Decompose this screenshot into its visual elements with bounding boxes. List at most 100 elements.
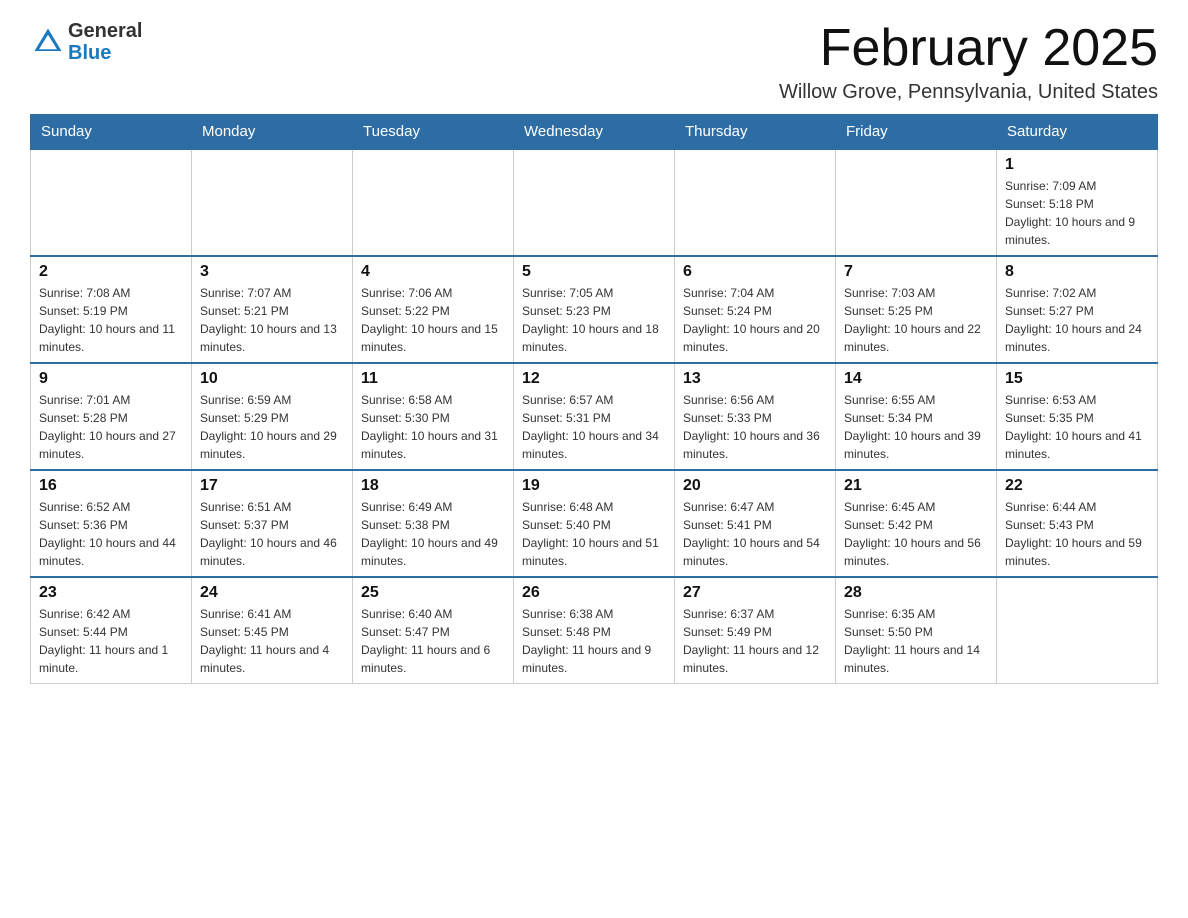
calendar-cell <box>31 149 192 256</box>
day-header-monday: Monday <box>192 115 353 150</box>
day-number: 19 <box>522 477 666 495</box>
day-info: Sunrise: 6:57 AM Sunset: 5:31 PM Dayligh… <box>522 391 666 463</box>
calendar-week-3: 9Sunrise: 7:01 AM Sunset: 5:28 PM Daylig… <box>31 363 1158 470</box>
calendar-cell: 10 Sunrise: 6:59 AM Sunset: 5:29 PM Dayli… <box>192 363 353 470</box>
calendar-cell: 24Sunrise: 6:41 AM Sunset: 5:45 PM Dayli… <box>192 577 353 684</box>
day-number: 4 <box>361 263 505 281</box>
day-number: 3 <box>200 263 344 281</box>
day-number: 15 <box>1005 370 1149 388</box>
calendar-cell: 27 Sunrise: 6:37 AM Sunset: 5:49 PM Dayli… <box>675 577 836 684</box>
day-number: 27 <box>683 584 827 602</box>
calendar-cell: 13 Sunrise: 6:56 AM Sunset: 5:33 PM Dayli… <box>675 363 836 470</box>
day-number: 1 <box>1005 156 1149 174</box>
logo: General Blue <box>30 20 142 64</box>
calendar-cell: 20 Sunrise: 6:47 AM Sunset: 5:41 PM Dayli… <box>675 470 836 577</box>
calendar-cell: 1Sunrise: 7:09 AM Sunset: 5:18 PM Daylig… <box>997 149 1158 256</box>
calendar-cell: 18 Sunrise: 6:49 AM Sunset: 5:38 PM Dayli… <box>353 470 514 577</box>
day-info: Sunrise: 6:51 AM Sunset: 5:37 PM Dayligh… <box>200 498 344 570</box>
day-number: 11 <box>361 370 505 388</box>
calendar-cell: 21 Sunrise: 6:45 AM Sunset: 5:42 PM Dayli… <box>836 470 997 577</box>
day-number: 10 <box>200 370 344 388</box>
calendar-cell: 15 Sunrise: 6:53 AM Sunset: 5:35 PM Dayli… <box>997 363 1158 470</box>
logo-blue: Blue <box>68 42 142 64</box>
calendar-cell: 11 Sunrise: 6:58 AM Sunset: 5:30 PM Dayli… <box>353 363 514 470</box>
logo-general: General <box>68 20 142 42</box>
day-info: Sunrise: 6:52 AM Sunset: 5:36 PM Dayligh… <box>39 498 183 570</box>
calendar-cell: 4 Sunrise: 7:06 AM Sunset: 5:22 PM Daylig… <box>353 256 514 363</box>
day-header-thursday: Thursday <box>675 115 836 150</box>
calendar-cell: 7Sunrise: 7:03 AM Sunset: 5:25 PM Daylig… <box>836 256 997 363</box>
day-number: 18 <box>361 477 505 495</box>
title-section: February 2025 Willow Grove, Pennsylvania… <box>779 20 1158 104</box>
day-number: 28 <box>844 584 988 602</box>
day-number: 14 <box>844 370 988 388</box>
day-number: 21 <box>844 477 988 495</box>
day-number: 8 <box>1005 263 1149 281</box>
calendar-cell: 28 Sunrise: 6:35 AM Sunset: 5:50 PM Dayli… <box>836 577 997 684</box>
calendar-cell: 25 Sunrise: 6:40 AM Sunset: 5:47 PM Dayli… <box>353 577 514 684</box>
day-info: Sunrise: 6:37 AM Sunset: 5:49 PM Dayligh… <box>683 605 827 677</box>
calendar-cell: 2Sunrise: 7:08 AM Sunset: 5:19 PM Daylig… <box>31 256 192 363</box>
day-number: 22 <box>1005 477 1149 495</box>
day-info: Sunrise: 6:55 AM Sunset: 5:34 PM Dayligh… <box>844 391 988 463</box>
day-number: 16 <box>39 477 183 495</box>
calendar-cell: 9Sunrise: 7:01 AM Sunset: 5:28 PM Daylig… <box>31 363 192 470</box>
day-info: Sunrise: 7:04 AM Sunset: 5:24 PM Dayligh… <box>683 284 827 356</box>
calendar-cell: 17Sunrise: 6:51 AM Sunset: 5:37 PM Dayli… <box>192 470 353 577</box>
month-title: February 2025 <box>779 20 1158 77</box>
location: Willow Grove, Pennsylvania, United State… <box>779 81 1158 104</box>
day-header-tuesday: Tuesday <box>353 115 514 150</box>
day-info: Sunrise: 6:53 AM Sunset: 5:35 PM Dayligh… <box>1005 391 1149 463</box>
day-info: Sunrise: 6:47 AM Sunset: 5:41 PM Dayligh… <box>683 498 827 570</box>
day-header-sunday: Sunday <box>31 115 192 150</box>
page-header: General Blue February 2025 Willow Grove,… <box>30 20 1158 104</box>
day-number: 12 <box>522 370 666 388</box>
day-info: Sunrise: 7:07 AM Sunset: 5:21 PM Dayligh… <box>200 284 344 356</box>
calendar-body: 1Sunrise: 7:09 AM Sunset: 5:18 PM Daylig… <box>31 149 1158 684</box>
calendar-table: SundayMondayTuesdayWednesdayThursdayFrid… <box>30 114 1158 684</box>
calendar-cell: 26Sunrise: 6:38 AM Sunset: 5:48 PM Dayli… <box>514 577 675 684</box>
day-info: Sunrise: 6:56 AM Sunset: 5:33 PM Dayligh… <box>683 391 827 463</box>
calendar-cell: 19 Sunrise: 6:48 AM Sunset: 5:40 PM Dayli… <box>514 470 675 577</box>
calendar-cell <box>353 149 514 256</box>
days-of-week-row: SundayMondayTuesdayWednesdayThursdayFrid… <box>31 115 1158 150</box>
calendar-cell <box>192 149 353 256</box>
day-info: Sunrise: 6:48 AM Sunset: 5:40 PM Dayligh… <box>522 498 666 570</box>
day-number: 25 <box>361 584 505 602</box>
day-number: 7 <box>844 263 988 281</box>
day-number: 6 <box>683 263 827 281</box>
day-info: Sunrise: 6:42 AM Sunset: 5:44 PM Dayligh… <box>39 605 183 677</box>
logo-icon <box>30 24 66 60</box>
day-info: Sunrise: 6:35 AM Sunset: 5:50 PM Dayligh… <box>844 605 988 677</box>
day-info: Sunrise: 6:44 AM Sunset: 5:43 PM Dayligh… <box>1005 498 1149 570</box>
day-number: 5 <box>522 263 666 281</box>
calendar-cell: 23 Sunrise: 6:42 AM Sunset: 5:44 PM Dayli… <box>31 577 192 684</box>
day-info: Sunrise: 6:41 AM Sunset: 5:45 PM Dayligh… <box>200 605 344 677</box>
day-header-saturday: Saturday <box>997 115 1158 150</box>
calendar-cell: 5 Sunrise: 7:05 AM Sunset: 5:23 PM Daylig… <box>514 256 675 363</box>
day-info: Sunrise: 6:49 AM Sunset: 5:38 PM Dayligh… <box>361 498 505 570</box>
day-info: Sunrise: 7:02 AM Sunset: 5:27 PM Dayligh… <box>1005 284 1149 356</box>
calendar-cell: 3 Sunrise: 7:07 AM Sunset: 5:21 PM Daylig… <box>192 256 353 363</box>
calendar-cell <box>675 149 836 256</box>
calendar-cell <box>836 149 997 256</box>
day-info: Sunrise: 7:06 AM Sunset: 5:22 PM Dayligh… <box>361 284 505 356</box>
day-info: Sunrise: 7:01 AM Sunset: 5:28 PM Dayligh… <box>39 391 183 463</box>
day-number: 23 <box>39 584 183 602</box>
calendar-week-2: 2Sunrise: 7:08 AM Sunset: 5:19 PM Daylig… <box>31 256 1158 363</box>
calendar-cell: 8 Sunrise: 7:02 AM Sunset: 5:27 PM Daylig… <box>997 256 1158 363</box>
calendar-cell: 16 Sunrise: 6:52 AM Sunset: 5:36 PM Dayli… <box>31 470 192 577</box>
day-number: 13 <box>683 370 827 388</box>
day-info: Sunrise: 6:40 AM Sunset: 5:47 PM Dayligh… <box>361 605 505 677</box>
logo-name: General Blue <box>68 20 142 64</box>
day-info: Sunrise: 6:45 AM Sunset: 5:42 PM Dayligh… <box>844 498 988 570</box>
calendar-week-1: 1Sunrise: 7:09 AM Sunset: 5:18 PM Daylig… <box>31 149 1158 256</box>
day-info: Sunrise: 6:58 AM Sunset: 5:30 PM Dayligh… <box>361 391 505 463</box>
calendar-cell: 22 Sunrise: 6:44 AM Sunset: 5:43 PM Dayli… <box>997 470 1158 577</box>
calendar-cell: 12 Sunrise: 6:57 AM Sunset: 5:31 PM Dayli… <box>514 363 675 470</box>
day-number: 20 <box>683 477 827 495</box>
day-info: Sunrise: 6:38 AM Sunset: 5:48 PM Dayligh… <box>522 605 666 677</box>
day-info: Sunrise: 6:59 AM Sunset: 5:29 PM Dayligh… <box>200 391 344 463</box>
day-info: Sunrise: 7:05 AM Sunset: 5:23 PM Dayligh… <box>522 284 666 356</box>
day-info: Sunrise: 7:08 AM Sunset: 5:19 PM Dayligh… <box>39 284 183 356</box>
